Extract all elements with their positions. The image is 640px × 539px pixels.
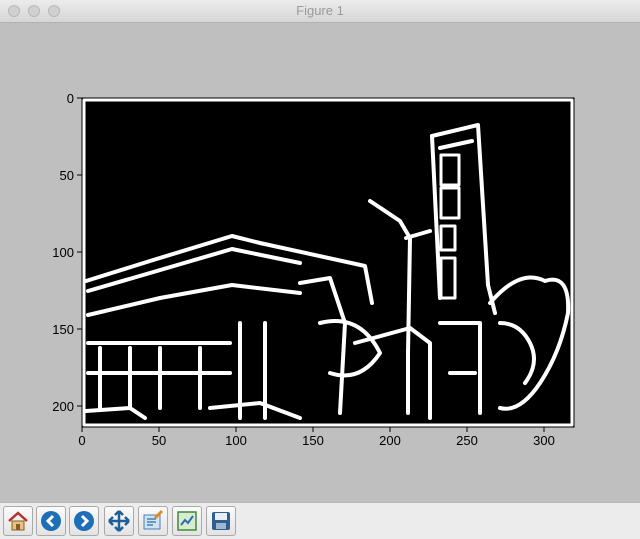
figure-canvas[interactable]: 0 50 100 150 200 250 300 0 50 100 150 20… (0, 23, 640, 502)
y-tick-label: 100 (52, 245, 74, 260)
x-tick-label: 50 (152, 433, 166, 448)
y-tick-label: 150 (52, 322, 74, 337)
home-button[interactable] (3, 506, 33, 536)
home-icon (8, 511, 28, 531)
edge-image (81, 97, 575, 428)
window-titlebar: Figure 1 (0, 0, 640, 23)
y-axis-labels: 0 50 100 150 200 (52, 91, 74, 414)
back-arrow-icon (41, 511, 61, 531)
y-tick-label: 200 (52, 399, 74, 414)
x-tick-label: 0 (78, 433, 85, 448)
forward-button[interactable] (69, 506, 99, 536)
x-axis-labels: 0 50 100 150 200 250 300 (78, 433, 554, 448)
back-button[interactable] (36, 506, 66, 536)
pan-button[interactable] (104, 506, 134, 536)
plot-area: 0 50 100 150 200 250 300 0 50 100 150 20… (52, 91, 575, 448)
x-tick-label: 200 (379, 433, 401, 448)
x-tick-label: 250 (456, 433, 478, 448)
x-axis-ticks (81, 427, 545, 432)
y-axis-ticks (77, 97, 82, 407)
pan-arrows-icon (108, 510, 130, 532)
y-tick-label: 50 (60, 168, 74, 183)
save-button[interactable] (206, 506, 236, 536)
configure-subplots-button[interactable] (138, 506, 168, 536)
x-tick-label: 300 (533, 433, 555, 448)
x-tick-label: 100 (225, 433, 247, 448)
subplots-config-icon (143, 509, 164, 530)
zoom-button[interactable] (172, 506, 202, 536)
zoom-rect-icon (177, 511, 197, 531)
save-disk-icon (212, 512, 230, 530)
forward-arrow-icon (74, 511, 94, 531)
y-tick-label: 0 (67, 91, 74, 106)
window-title: Figure 1 (296, 3, 344, 18)
navigation-toolbar (0, 502, 640, 539)
x-tick-label: 150 (302, 433, 324, 448)
